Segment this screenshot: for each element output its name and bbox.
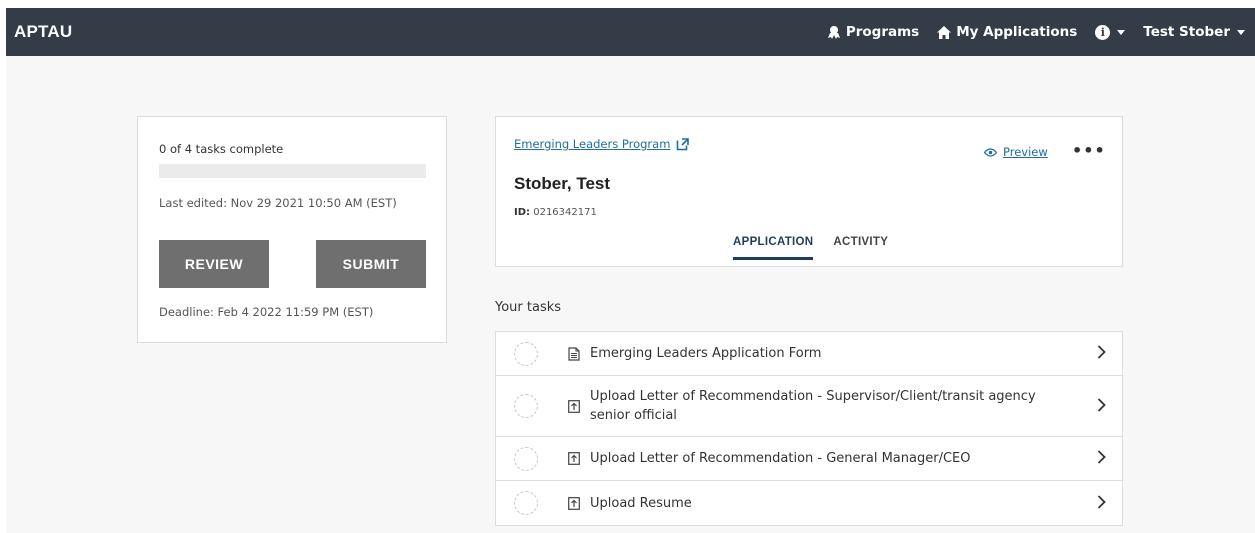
chevron-right-icon xyxy=(1097,449,1106,468)
task-status-icon xyxy=(514,446,538,471)
nav-programs[interactable]: Programs xyxy=(827,24,919,40)
eye-icon xyxy=(984,147,997,157)
nav-programs-label: Programs xyxy=(845,24,920,40)
info-icon: i xyxy=(1095,24,1111,40)
brand-logo[interactable]: APTAU xyxy=(6,22,72,42)
home-icon xyxy=(937,25,952,39)
applicant-id-label: ID: xyxy=(514,207,531,218)
tasks-complete-text: 0 of 4 tasks complete xyxy=(159,142,284,156)
preview-label: Preview xyxy=(1003,145,1048,159)
progress-bar xyxy=(159,164,426,178)
last-edited-text: Last edited: Nov 29 2021 10:50 AM (EST) xyxy=(159,196,397,210)
top-navbar: APTAU Programs My Applications i Test St… xyxy=(6,8,1255,56)
upload-icon xyxy=(568,399,580,413)
main-nav: Programs My Applications i Test Stober xyxy=(809,24,1255,40)
preview-link[interactable]: Preview xyxy=(984,145,1048,159)
your-tasks-heading: Your tasks xyxy=(495,300,562,315)
chevron-right-icon xyxy=(1097,494,1106,513)
external-link-icon xyxy=(677,137,690,150)
tab-activity[interactable]: ACTIVITY xyxy=(833,236,888,260)
deadline-text: Deadline: Feb 4 2022 11:59 PM (EST) xyxy=(159,305,374,319)
application-tabs: APPLICATION ACTIVITY xyxy=(733,236,908,260)
user-menu[interactable]: Test Stober xyxy=(1143,24,1245,40)
chevron-right-icon xyxy=(1097,397,1106,416)
task-status-icon xyxy=(514,491,538,515)
document-icon xyxy=(568,346,580,361)
chevron-right-icon xyxy=(1097,344,1106,363)
applicant-id: ID: 0216342171 xyxy=(514,207,597,218)
task-list: Emerging Leaders Application Form Upload… xyxy=(495,331,1123,526)
submit-button[interactable]: SUBMIT xyxy=(316,240,426,288)
more-options-button[interactable]: ••• xyxy=(1072,141,1106,160)
program-link[interactable]: Emerging Leaders Program xyxy=(514,137,690,151)
info-dropdown[interactable]: i xyxy=(1095,24,1126,40)
task-row[interactable]: Upload Resume xyxy=(496,481,1122,525)
task-label: Upload Letter of Recommendation - Genera… xyxy=(590,451,971,466)
applicant-id-value: 0216342171 xyxy=(533,207,597,218)
applicant-name: Stober, Test xyxy=(514,174,611,193)
caret-down-icon xyxy=(1117,29,1126,35)
upload-icon xyxy=(568,496,580,510)
application-card: Emerging Leaders Program Preview ••• Sto… xyxy=(495,116,1123,267)
caret-down-icon xyxy=(1237,29,1245,35)
review-button[interactable]: REVIEW xyxy=(159,240,269,288)
task-status-icon xyxy=(514,394,538,418)
award-icon xyxy=(827,26,840,39)
nav-my-applications[interactable]: My Applications xyxy=(937,24,1077,40)
main-content: 0 of 4 tasks complete Last edited: Nov 2… xyxy=(6,56,1255,533)
task-label: Upload Resume xyxy=(590,495,692,511)
upload-icon xyxy=(568,452,580,465)
program-link-label: Emerging Leaders Program xyxy=(514,137,671,151)
status-card: 0 of 4 tasks complete Last edited: Nov 2… xyxy=(137,116,447,343)
task-status-icon xyxy=(514,341,538,366)
task-row[interactable]: Emerging Leaders Application Form xyxy=(496,332,1122,376)
task-label: Emerging Leaders Application Form xyxy=(590,346,822,361)
task-label: Upload Letter of Recommendation - Superv… xyxy=(590,389,1036,423)
tab-application[interactable]: APPLICATION xyxy=(733,236,814,260)
nav-my-applications-label: My Applications xyxy=(956,24,1078,40)
user-name: Test Stober xyxy=(1143,24,1230,40)
task-row[interactable]: Upload Letter of Recommendation - Superv… xyxy=(496,376,1122,437)
task-row[interactable]: Upload Letter of Recommendation - Genera… xyxy=(496,437,1122,481)
